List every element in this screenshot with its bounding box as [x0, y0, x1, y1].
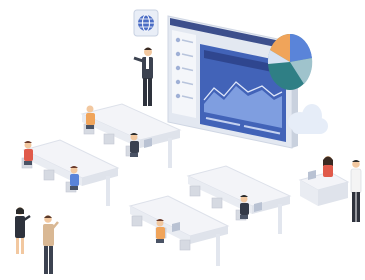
pie-chart-icon [267, 33, 313, 90]
globe-icon [133, 9, 159, 37]
teacher-seated [323, 156, 333, 177]
classroom-illustration [0, 0, 365, 280]
screen-list [172, 30, 196, 118]
